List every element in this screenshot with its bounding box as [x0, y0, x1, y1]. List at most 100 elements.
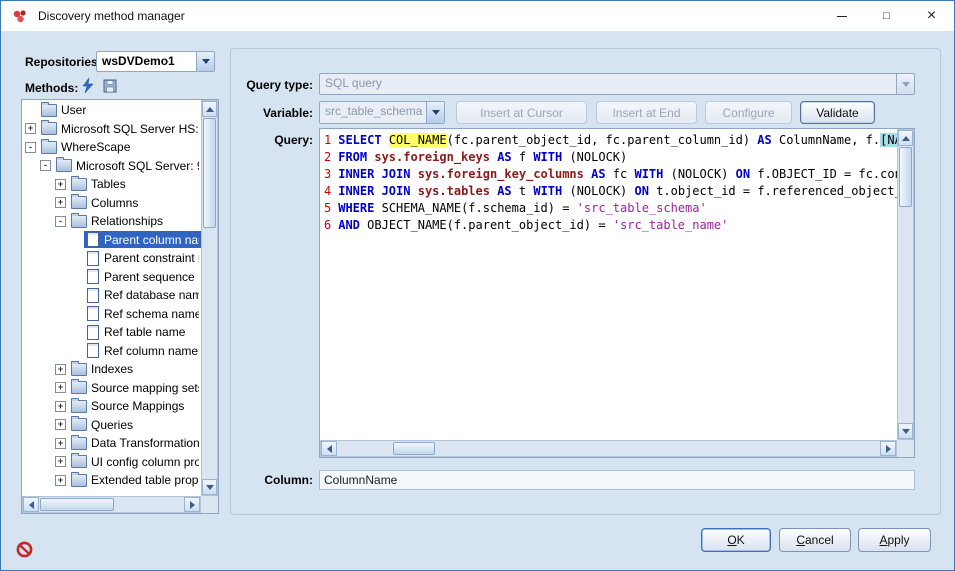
tree-item[interactable]: +Indexes [22, 360, 201, 379]
toggle-slot: - [55, 216, 69, 227]
tree-item[interactable]: +UI config column prope [22, 453, 201, 472]
tree-item[interactable]: Parent sequence [22, 268, 201, 287]
tree-item[interactable]: Ref table name [22, 323, 201, 342]
sql-token: SELECT [338, 133, 389, 147]
expand-toggle-icon[interactable]: + [55, 179, 66, 190]
methods-label: Methods: [25, 81, 78, 95]
expand-toggle-icon[interactable]: + [55, 419, 66, 430]
sql-token: (NOLOCK) [671, 167, 736, 181]
column-label: Column: [229, 473, 313, 487]
tree-item-label: Parent column name [104, 233, 199, 247]
document-icon [87, 343, 99, 358]
refresh-methods-icon[interactable] [79, 77, 95, 93]
sql-token: sys.foreign_key_columns [418, 167, 591, 181]
arrow-left-icon [29, 501, 34, 509]
query-type-value: SQL query [320, 74, 896, 94]
folder-icon [71, 196, 87, 209]
scroll-down-button[interactable] [202, 479, 217, 495]
close-icon: × [927, 8, 936, 24]
repositories-combobox[interactable]: wsDVDemo1 [96, 51, 215, 72]
folder-icon [71, 215, 87, 228]
expand-toggle-icon[interactable]: + [55, 382, 66, 393]
sql-token: WITH [533, 184, 569, 198]
sql-line: 6AND OBJECT_NAME(f.parent_object_id) = '… [324, 217, 897, 234]
sql-token: (NOLOCK) [569, 184, 634, 198]
scroll-right-button[interactable] [184, 497, 200, 512]
collapse-toggle-icon[interactable]: - [25, 142, 36, 153]
sql-token: AS [757, 133, 779, 147]
tree-hscroll-thumb[interactable] [40, 498, 114, 511]
tree-item[interactable]: +Tables [22, 175, 201, 194]
tree-item[interactable]: +Data Transformations [22, 434, 201, 453]
minimize-button[interactable] [819, 1, 864, 31]
maximize-button[interactable]: □ [864, 1, 909, 31]
scroll-down-button[interactable] [898, 423, 913, 439]
scroll-up-button[interactable] [898, 130, 913, 146]
tree-vertical-scrollbar[interactable] [201, 100, 218, 496]
sql-token: t [519, 184, 533, 198]
tree-item[interactable]: Parent column name [22, 231, 201, 250]
query-label: Query: [229, 133, 313, 147]
tree-item[interactable]: Parent constraint name [22, 249, 201, 268]
tree-item[interactable]: +Queries [22, 416, 201, 435]
tree-item[interactable]: User [22, 101, 201, 120]
tree-item[interactable]: Ref column name [22, 342, 201, 361]
tree-item[interactable]: +Source mapping sets [22, 379, 201, 398]
tree-horizontal-scrollbar[interactable] [22, 496, 201, 513]
editor-vertical-scrollbar[interactable] [897, 129, 914, 440]
apply-button[interactable]: Apply [858, 528, 931, 552]
folder-icon [71, 455, 87, 468]
tree-item-content: Ref database name [84, 287, 201, 304]
tree-item-content: Relationships [69, 213, 201, 230]
tree-item[interactable]: + Source Mappings [22, 397, 201, 416]
sql-token: AND [338, 218, 367, 232]
cancel-button[interactable]: Cancel [779, 528, 851, 552]
expand-toggle-icon[interactable]: + [55, 475, 66, 486]
tree-item[interactable]: +Columns [22, 194, 201, 213]
editor-horizontal-scrollbar[interactable] [320, 440, 897, 457]
tree-item[interactable]: Ref database name [22, 286, 201, 305]
chevron-down-icon [196, 52, 214, 71]
toggle-slot: + [55, 197, 69, 208]
tree-vscroll-thumb[interactable] [203, 118, 216, 228]
editor-vscroll-thumb[interactable] [899, 147, 912, 207]
sql-code[interactable]: 1SELECT COL_NAME(fc.parent_object_id, fc… [320, 129, 897, 440]
tree-item[interactable]: -WhereScape [22, 138, 201, 157]
sql-editor[interactable]: 1SELECT COL_NAME(fc.parent_object_id, fc… [319, 128, 915, 458]
close-button[interactable]: × [909, 1, 954, 31]
expand-toggle-icon[interactable]: + [25, 123, 36, 134]
expand-toggle-icon[interactable]: + [55, 364, 66, 375]
collapse-toggle-icon[interactable]: - [55, 216, 66, 227]
scroll-left-button[interactable] [321, 441, 337, 456]
validate-button[interactable]: Validate [800, 101, 875, 124]
tree-item-content: UI config column prope [69, 453, 201, 470]
tree-item[interactable]: +Microsoft SQL Server HS: 9 [22, 120, 201, 139]
line-number: 1 [324, 133, 331, 147]
tree-item-label: Microsoft SQL Server: 9.0 - [76, 159, 199, 173]
tree-item[interactable]: Ref schema name [22, 305, 201, 324]
ok-button[interactable]: OK [701, 528, 771, 552]
column-field[interactable] [319, 470, 915, 490]
scroll-left-button[interactable] [23, 497, 39, 512]
expand-toggle-icon[interactable]: + [55, 438, 66, 449]
tree-item[interactable]: +Extended table propert [22, 471, 201, 490]
sql-token: (fc.parent_object_id, fc.parent_column_i… [447, 133, 758, 147]
tree-item-label: Source Mappings [91, 399, 184, 413]
tree-item[interactable]: - Microsoft SQL Server: 9.0 - [22, 157, 201, 176]
variable-combobox[interactable]: src_table_schema [319, 101, 445, 124]
save-methods-icon[interactable] [102, 78, 118, 94]
expand-toggle-icon[interactable]: + [55, 456, 66, 467]
scroll-right-button[interactable] [880, 441, 896, 456]
editor-hscroll-thumb[interactable] [393, 442, 435, 455]
folder-icon [41, 141, 57, 154]
toggle-slot: - [25, 142, 39, 153]
scroll-up-button[interactable] [202, 101, 217, 117]
arrow-down-icon [902, 429, 910, 434]
tree-item[interactable]: -Relationships [22, 212, 201, 231]
toggle-slot: + [55, 364, 69, 375]
collapse-toggle-icon[interactable]: - [40, 160, 51, 171]
repositories-combo-value: wsDVDemo1 [97, 52, 196, 71]
expand-toggle-icon[interactable]: + [55, 197, 66, 208]
expand-toggle-icon[interactable]: + [55, 401, 66, 412]
tree-item-content: Source mapping sets [69, 379, 201, 396]
